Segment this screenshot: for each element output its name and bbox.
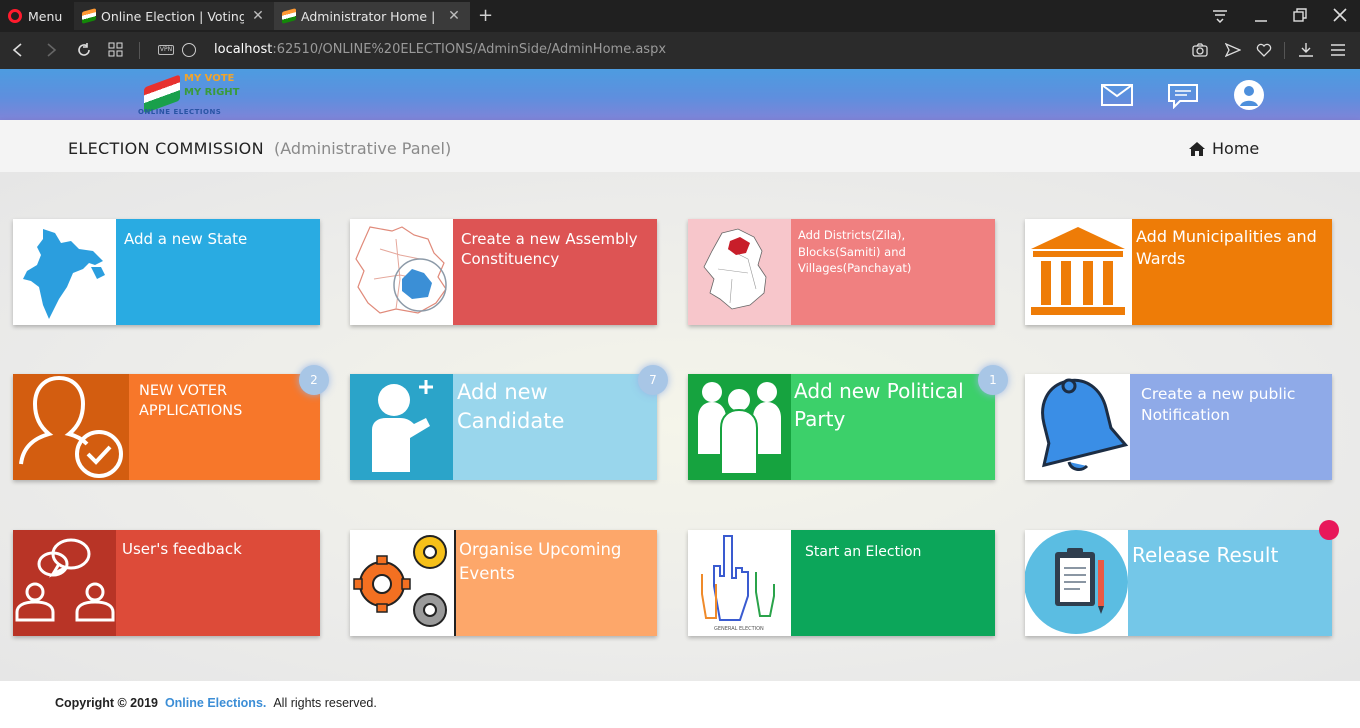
site-info-globe-icon[interactable] [182, 43, 196, 57]
reload-icon[interactable] [76, 42, 92, 58]
site-footer: Copyright © 2019 Online Elections. All r… [0, 681, 1360, 728]
tile-label: Add a new State [124, 230, 248, 248]
url-path: :62510/ONLINE%20ELECTIONS/AdminSide/Admi… [272, 42, 667, 57]
url-field[interactable]: localhost:62510/ONLINE%20ELECTIONS/Admin… [214, 42, 666, 57]
page-subtitle: (Administrative Panel) [274, 139, 452, 158]
tile-add-state[interactable]: Add a new State [13, 219, 320, 325]
footer-text: Copyright © 2019 Online Elections. All r… [55, 696, 377, 710]
rights-text: All rights reserved. [273, 696, 377, 710]
browser-address-bar: VPN localhost:62510/ONLINE%20ELECTIONS/A… [0, 32, 1360, 69]
add-person-icon [350, 374, 453, 480]
logo-line-1: MY VOTE [184, 73, 235, 84]
page-title: ELECTION COMMISSION [68, 139, 264, 158]
feedback-icon [13, 530, 116, 636]
party-group-icon [688, 374, 791, 480]
tile-label: Add Districts(Zila), Blocks(Samiti) and … [798, 228, 912, 276]
site-logo[interactable]: MY VOTE MY RIGHT ONLINE ELECTIONS [136, 73, 248, 118]
mail-icon[interactable] [1101, 84, 1133, 106]
site-header: MY VOTE MY RIGHT ONLINE ELECTIONS [0, 69, 1360, 120]
restore-icon[interactable] [1293, 8, 1307, 22]
copyright-text: Copyright © 2019 [55, 696, 158, 710]
new-tab-button[interactable]: + [478, 5, 493, 26]
tile-label: User's feedback [122, 540, 242, 558]
logo-line-3: ONLINE ELECTIONS [138, 108, 222, 116]
tab-close-icon[interactable]: ✕ [250, 8, 266, 24]
tile-label: Start an Election [805, 544, 922, 560]
tile-start-election[interactable]: GENERAL ELECTION Start an Election [688, 530, 995, 636]
tile-label: Release Result [1132, 543, 1279, 567]
home-link[interactable]: Home [1188, 139, 1259, 158]
tile-new-voter-applications[interactable]: NEW VOTER APPLICATIONS 2 [13, 365, 329, 480]
speed-dial-icon[interactable] [108, 42, 124, 58]
send-flow-icon[interactable] [1225, 42, 1241, 58]
clipboard-icon [1025, 530, 1128, 636]
flag-favicon-icon [282, 8, 296, 24]
bookmark-heart-icon[interactable] [1256, 42, 1272, 58]
forward-icon[interactable] [45, 43, 57, 57]
notification-count-badge[interactable]: 2 [299, 365, 329, 395]
toolbar-separator [1284, 42, 1285, 59]
notification-count-badge[interactable]: 7 [638, 365, 668, 395]
tile-create-notification[interactable]: Create a new public Notification [1025, 374, 1332, 480]
tile-label: Add Municipalities and Wards [1136, 227, 1317, 268]
chat-icon[interactable] [1167, 83, 1199, 109]
notification-count-badge[interactable]: 1 [978, 365, 1008, 395]
opera-logo-icon [8, 9, 22, 23]
svg-text:GENERAL ELECTION: GENERAL ELECTION [714, 626, 764, 632]
constituency-map-icon [350, 219, 453, 325]
bell-icon [1025, 374, 1130, 480]
voting-fingers-icon: GENERAL ELECTION [688, 530, 791, 636]
home-label: Home [1212, 139, 1260, 158]
downloads-icon[interactable] [1298, 42, 1314, 58]
tile-organise-events[interactable]: Organise Upcoming Events [350, 530, 657, 636]
tile-create-constituency[interactable]: Create a new Assembly Constituency [350, 219, 657, 325]
flag-favicon-icon [82, 8, 96, 24]
browser-tab-admin-home[interactable]: Administrator Home | Online Elections ✕ [274, 2, 470, 30]
tile-add-municipalities[interactable]: Add Municipalities and Wards [1025, 219, 1332, 325]
tile-add-candidate[interactable]: Add new Candidate 7 [350, 365, 668, 480]
admin-panel-bar: ELECTION COMMISSION (Administrative Pane… [0, 120, 1360, 172]
voter-check-icon [13, 374, 129, 480]
browser-tab-bar: Menu Online Election | Voting ✕ Administ… [0, 0, 1360, 32]
minimize-icon[interactable] [1254, 9, 1268, 23]
browser-menu-label: Menu [28, 8, 63, 24]
browser-tab-voting[interactable]: Online Election | Voting ✕ [74, 2, 274, 30]
tile-user-feedback[interactable]: User's feedback [13, 530, 320, 636]
easy-setup-icon[interactable] [1330, 42, 1346, 58]
snapshot-camera-icon[interactable] [1192, 42, 1208, 58]
tile-label: NEW VOTER APPLICATIONS [139, 383, 243, 419]
tab-title: Online Election | Voting [101, 8, 244, 24]
tile-label: Create a new Assembly Constituency [461, 230, 638, 269]
url-host: localhost [214, 42, 273, 57]
tile-release-result[interactable]: Release Result [1025, 520, 1339, 636]
footer-site-link[interactable]: Online Elections. [165, 696, 266, 710]
browser-menu-button[interactable]: Menu [8, 7, 62, 25]
district-map-icon [688, 219, 791, 325]
home-icon [1189, 141, 1205, 156]
tile-add-districts[interactable]: Add Districts(Zila), Blocks(Samiti) and … [688, 219, 995, 325]
close-window-icon[interactable] [1333, 8, 1347, 22]
back-icon[interactable] [12, 43, 24, 57]
user-avatar-icon[interactable] [1233, 79, 1265, 111]
tile-label: Create a new public Notification [1141, 385, 1296, 424]
logo-line-2: MY RIGHT [184, 87, 240, 98]
address-separator [139, 42, 140, 59]
tile-label: Add new Political Party [794, 379, 964, 431]
new-result-indicator-dot [1319, 520, 1339, 540]
tile-label: Add new Candidate [457, 380, 565, 434]
india-map-icon [13, 219, 116, 325]
building-icon [1025, 219, 1132, 325]
tile-label: Organise Upcoming Events [459, 540, 622, 583]
tab-menu-icon[interactable] [1212, 9, 1228, 23]
tab-close-icon[interactable]: ✕ [446, 8, 462, 24]
vpn-badge-icon[interactable]: VPN [158, 45, 174, 55]
tab-title: Administrator Home | Online Elections [301, 8, 440, 24]
tile-add-political-party[interactable]: Add new Political Party 1 [688, 365, 1008, 480]
gears-icon [350, 530, 456, 636]
dashboard-grid: Add a new State Create a new Assembly Co… [0, 172, 1360, 681]
